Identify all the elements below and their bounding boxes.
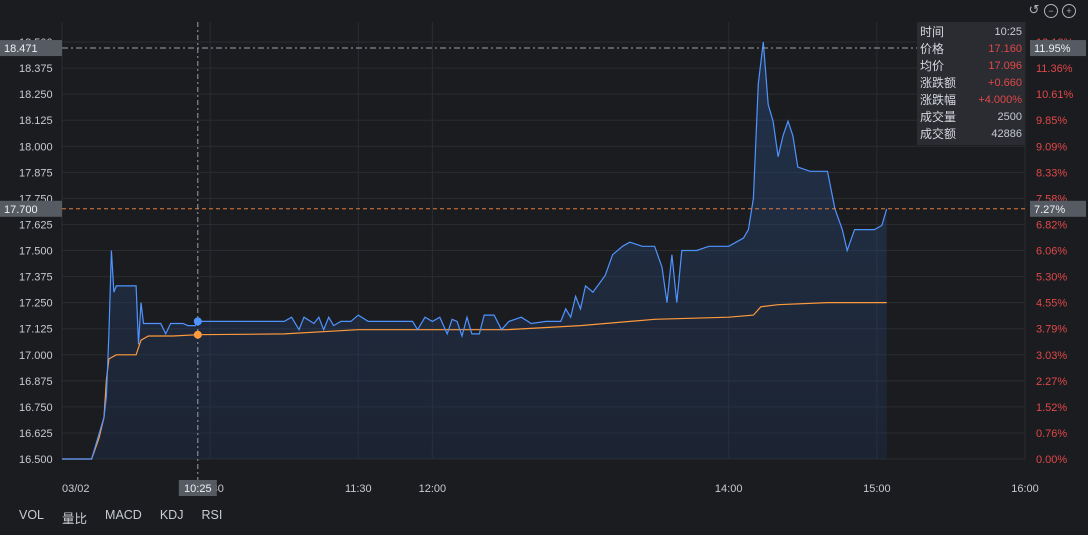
price-tick-label: 16.625: [19, 428, 53, 440]
info-row: 价格 17.160: [917, 41, 1025, 58]
time-tick-label: 11:30: [345, 483, 372, 495]
info-row: 成交量 2500: [917, 109, 1025, 126]
percent-axis: 0.00% 0.76% 1.52% 2.27% 3.03% 3.79% 4.55% 5.30%…: [1036, 37, 1074, 466]
price-tick-label: 17.000: [19, 350, 53, 362]
percent-tick-label: 1.52%: [1036, 402, 1067, 414]
percent-tick-label: 0.76%: [1036, 428, 1067, 440]
info-label: 价格: [920, 42, 945, 56]
info-panel: 时间 10:25 价格 17.160 均价 17.096 涨跌额 +0.660 涨跌幅 +4.00…: [917, 22, 1025, 145]
indicator-tab-kdj[interactable]: KDJ: [160, 508, 184, 527]
crosshair-avg-dot: [193, 330, 202, 339]
percent-tick-label: 3.03%: [1036, 350, 1067, 362]
info-row: 涨跌额 +0.660: [917, 75, 1025, 92]
price-tick-label: 18.125: [19, 115, 53, 127]
percent-tick-label: 3.79%: [1036, 324, 1067, 336]
percent-tick-label: 9.85%: [1036, 115, 1067, 127]
ref-price-badge: 17.700: [4, 204, 38, 216]
time-tick-label: 15:00: [863, 483, 891, 495]
price-tick-label: 17.375: [19, 272, 53, 284]
info-label: 成交额: [920, 127, 957, 141]
percent-tick-label: 11.36%: [1036, 63, 1073, 75]
info-value: +0.660: [988, 77, 1022, 89]
indicator-tab-macd[interactable]: MACD: [105, 508, 142, 527]
info-label: 成交量: [920, 110, 957, 124]
info-row: 时间 10:25: [917, 24, 1025, 41]
price-tick-label: 18.375: [19, 63, 53, 75]
price-tick-label: 17.625: [19, 219, 53, 231]
percent-tick-label: 6.06%: [1036, 246, 1067, 258]
undo-icon[interactable]: ↺: [1028, 3, 1040, 16]
price-tick-label: 17.250: [19, 298, 53, 310]
time-tick-label: 14:00: [715, 483, 743, 495]
price-tick-label: 18.000: [19, 141, 53, 153]
info-value: 42886: [991, 128, 1022, 140]
info-row: 均价 17.096: [917, 58, 1025, 75]
price-tick-label: 17.875: [19, 167, 53, 179]
price-tick-label: 16.750: [19, 402, 53, 414]
time-tick-label: 03/02: [62, 483, 90, 495]
percent-tick-label: 9.09%: [1036, 141, 1067, 153]
price-tick-label: 17.500: [19, 246, 53, 258]
chart-controls: ↺ − +: [1028, 3, 1076, 18]
price-tick-label: 18.250: [19, 89, 53, 101]
info-value: 17.160: [988, 43, 1022, 55]
time-tick-label: 16:00: [1011, 483, 1039, 495]
percent-tick-label: 4.55%: [1036, 298, 1067, 310]
ref-percent-badge: 7.27%: [1034, 204, 1065, 216]
info-row: 涨跌幅 +4.000%: [917, 92, 1025, 109]
hover-price-badge: 18.471: [4, 43, 38, 55]
indicator-tabs: VOL 量比 MACD KDJ RSI: [19, 508, 222, 527]
crosshair-time-badge: 10:25: [184, 483, 212, 495]
percent-tick-label: 10.61%: [1036, 89, 1074, 101]
indicator-tab-vol[interactable]: VOL: [19, 508, 44, 527]
info-label: 涨跌额: [920, 76, 957, 90]
percent-tick-label: 2.27%: [1036, 376, 1067, 388]
info-label: 时间: [920, 25, 945, 39]
info-value: 17.096: [988, 60, 1022, 72]
price-tick-label: 17.125: [19, 324, 53, 336]
info-value: +4.000%: [978, 94, 1022, 106]
indicator-tab-rsi[interactable]: RSI: [201, 508, 222, 527]
price-tick-label: 16.500: [19, 454, 53, 466]
percent-tick-label: 6.82%: [1036, 219, 1067, 231]
crosshair-price-dot: [193, 317, 202, 326]
hover-percent-badge: 11.95%: [1034, 43, 1071, 55]
percent-tick-label: 8.33%: [1036, 167, 1067, 179]
indicator-tab-量比[interactable]: 量比: [62, 508, 87, 527]
price-axis: 16.500 16.625 16.750 16.875 17.000 17.125 17.2…: [19, 37, 53, 466]
info-row: 成交额 42886: [917, 126, 1025, 143]
price-tick-label: 16.875: [19, 376, 53, 388]
percent-tick-label: 0.00%: [1036, 454, 1067, 466]
time-tick-label: 12:00: [419, 483, 447, 495]
info-value: 2500: [997, 111, 1022, 123]
level-lines: [62, 47, 1025, 210]
zoom-out-icon[interactable]: −: [1044, 4, 1058, 18]
info-value: 10:25: [994, 26, 1022, 38]
percent-tick-label: 5.30%: [1036, 272, 1067, 284]
info-label: 涨跌幅: [920, 93, 957, 107]
info-label: 均价: [920, 59, 945, 73]
zoom-in-icon[interactable]: +: [1062, 4, 1076, 18]
